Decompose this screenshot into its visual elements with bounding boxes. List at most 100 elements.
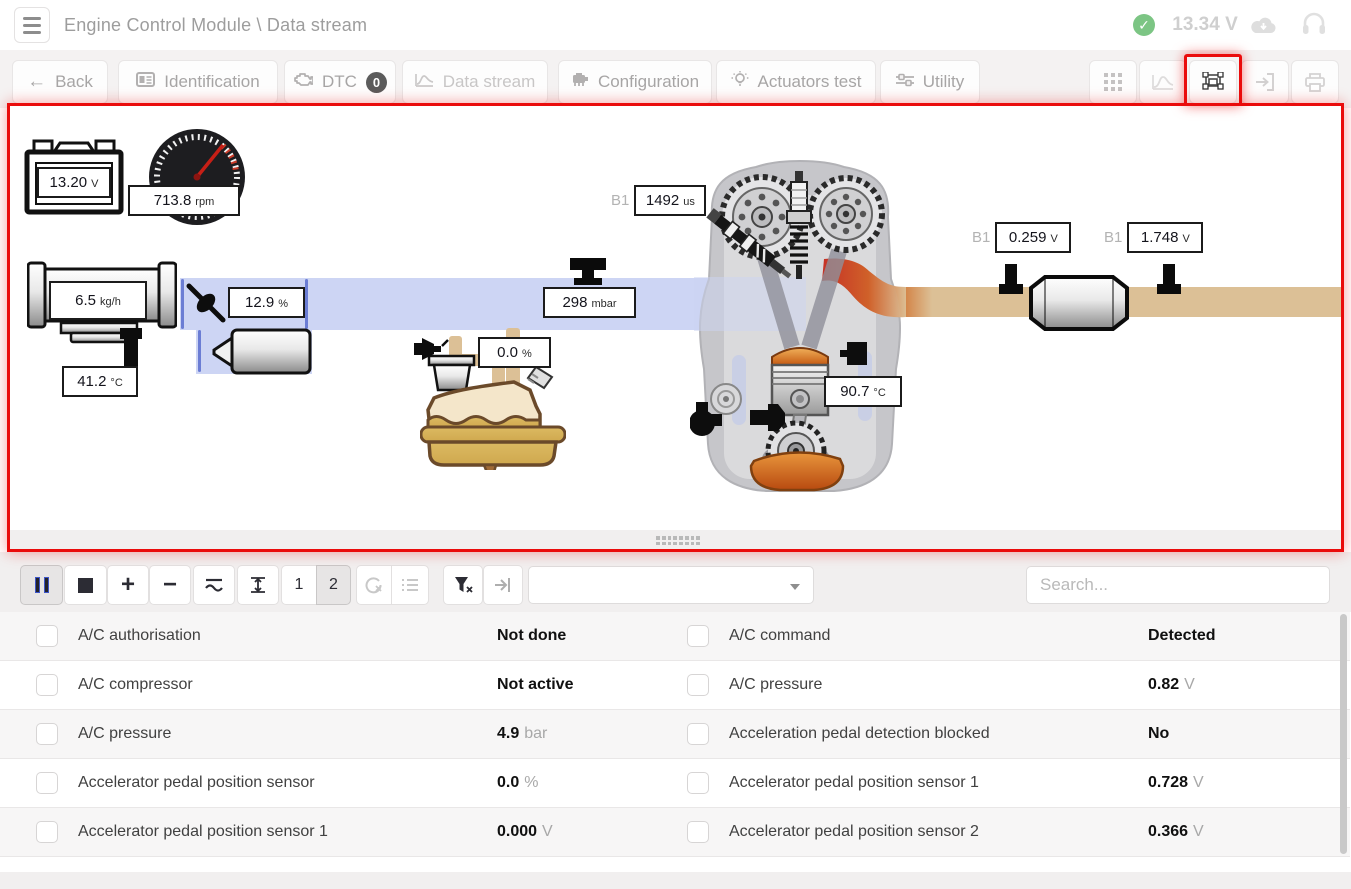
stop-button[interactable] <box>64 565 107 605</box>
coolant-temp-label: 90.7°C <box>824 376 902 407</box>
intake-air-temp-sensor-icon <box>119 328 143 368</box>
intake-air-temp-label: 41.2°C <box>62 366 138 397</box>
fuel-tank-icon <box>420 366 566 470</box>
crankshaft-sensor-icon <box>750 404 786 432</box>
back-button[interactable]: ← Back <box>12 60 108 104</box>
group-select-dropdown[interactable] <box>528 566 814 604</box>
dtc-count-badge: 0 <box>366 72 387 93</box>
connection-ok-icon: ✓ <box>1133 14 1155 36</box>
table-row: A/C authorisation Not done <box>0 612 675 661</box>
tab-actuators-test[interactable]: Actuators test <box>716 60 876 104</box>
app-window: Engine Control Module \ Data stream ✓ 13… <box>0 0 1351 889</box>
throttle-position-label: 12.9% <box>228 287 305 318</box>
pause-button[interactable] <box>20 565 63 605</box>
o2-upstream-label-group: B1 0.259V <box>972 222 1071 253</box>
print-button[interactable] <box>1291 60 1339 104</box>
plus-icon: + <box>121 573 135 597</box>
engine-dtc-icon <box>293 72 313 92</box>
table-row: A/C pressure 0.82V <box>675 661 1350 710</box>
columns-2-button[interactable]: 2 <box>316 565 351 605</box>
row-checkbox[interactable] <box>36 821 58 843</box>
o2-downstream-label: 1.748V <box>1127 222 1203 253</box>
map-sensor-icon <box>566 256 610 286</box>
footer-strip <box>0 872 1351 889</box>
stop-icon <box>78 578 93 593</box>
injection-time-label: 1492us <box>634 185 706 216</box>
back-arrow-icon: ← <box>27 71 46 93</box>
tab-utility[interactable]: Utility <box>880 60 980 104</box>
manifold-pressure-label: 298mbar <box>543 287 636 318</box>
zoom-out-button[interactable]: − <box>149 565 191 605</box>
graph-view-button[interactable] <box>1139 60 1187 104</box>
battery-voltage-indicator: 13.34 V <box>1165 0 1245 50</box>
bank-tag: B1 <box>972 229 990 246</box>
row-checkbox[interactable] <box>687 772 709 794</box>
o2-sensor-upstream-icon <box>997 264 1025 300</box>
panel-resize-handle[interactable] <box>656 536 700 545</box>
data-stream-chart-icon <box>415 72 434 92</box>
catalytic-converter-icon <box>1027 274 1131 332</box>
air-flow-label: 6.5kg/h <box>49 281 147 320</box>
fit-height-icon <box>249 576 267 594</box>
row-checkbox[interactable] <box>687 723 709 745</box>
o2-sensor-downstream-icon <box>1155 264 1183 300</box>
schema-view-button[interactable] <box>1189 60 1237 104</box>
fit-height-button[interactable] <box>237 565 279 605</box>
goto-selected-button[interactable] <box>483 565 523 605</box>
list-icon <box>401 578 419 592</box>
table-scrollbar-thumb[interactable] <box>1340 614 1347 854</box>
search-input[interactable] <box>1027 567 1329 603</box>
bank-tag: B1 <box>611 192 629 209</box>
table-row: Accelerator pedal position sensor 1 0.00… <box>0 808 675 857</box>
list-mode-button[interactable] <box>391 565 429 605</box>
breadcrumb-title: Engine Control Module \ Data stream <box>64 0 367 50</box>
row-checkbox[interactable] <box>36 625 58 647</box>
headphones-icon[interactable] <box>1302 11 1326 42</box>
throttle-valve-icon <box>184 281 228 325</box>
engine-icon <box>694 159 906 495</box>
row-checkbox[interactable] <box>687 674 709 696</box>
row-checkbox[interactable] <box>36 723 58 745</box>
table-row: Accelerator pedal position sensor 0.0% <box>0 759 675 808</box>
tab-identification[interactable]: Identification <box>118 60 278 104</box>
filter-clear-icon <box>454 576 473 594</box>
tab-data-stream[interactable]: Data stream <box>402 60 548 104</box>
clear-values-button[interactable] <box>356 565 392 605</box>
o2-upstream-label: 0.259V <box>995 222 1071 253</box>
table-row: A/C command Detected <box>675 612 1350 661</box>
header-bar: Engine Control Module \ Data stream ✓ 13… <box>0 0 1351 50</box>
columns-1-button[interactable]: 1 <box>281 565 317 605</box>
row-checkbox[interactable] <box>36 674 58 696</box>
clear-filter-button[interactable] <box>443 565 483 605</box>
knock-sensor-icon <box>840 342 868 366</box>
injection-time-label-group: B1 1492us <box>611 185 706 216</box>
battery-voltage-label: 13.20V <box>37 167 111 198</box>
tab-bar: ← Back Identification DTC 0 Data stream <box>0 50 1351 108</box>
arrow-to-bar-icon <box>494 576 512 594</box>
export-button[interactable] <box>1241 60 1289 104</box>
table-row: Accelerator pedal position sensor 2 0.36… <box>675 808 1350 857</box>
refresh-clear-icon <box>365 576 383 594</box>
sliders-icon <box>896 72 914 92</box>
oil-pressure-sensor-icon <box>690 400 722 442</box>
o2-downstream-label-group: B1 1.748V <box>1104 222 1203 253</box>
configuration-module-icon <box>571 72 589 93</box>
bank-tag: B1 <box>1104 229 1122 246</box>
purge-valve-icon <box>414 334 450 362</box>
tab-configuration[interactable]: Configuration <box>558 60 712 104</box>
row-checkbox[interactable] <box>36 772 58 794</box>
signal-view-button[interactable] <box>193 565 235 605</box>
pause-icon <box>35 577 49 593</box>
chevron-down-icon <box>790 584 800 590</box>
zoom-in-button[interactable]: + <box>107 565 149 605</box>
purge-valve-label: 0.0% <box>478 337 551 368</box>
lightbulb-icon <box>731 71 749 93</box>
row-checkbox[interactable] <box>687 625 709 647</box>
table-row: A/C compressor Not active <box>0 661 675 710</box>
pipe-segment-tick <box>305 279 308 329</box>
hamburger-menu-button[interactable] <box>14 7 50 43</box>
grid-view-button[interactable] <box>1089 60 1137 104</box>
engine-rpm-label: 713.8rpm <box>128 185 240 216</box>
tab-dtc[interactable]: DTC 0 <box>284 60 396 104</box>
row-checkbox[interactable] <box>687 821 709 843</box>
